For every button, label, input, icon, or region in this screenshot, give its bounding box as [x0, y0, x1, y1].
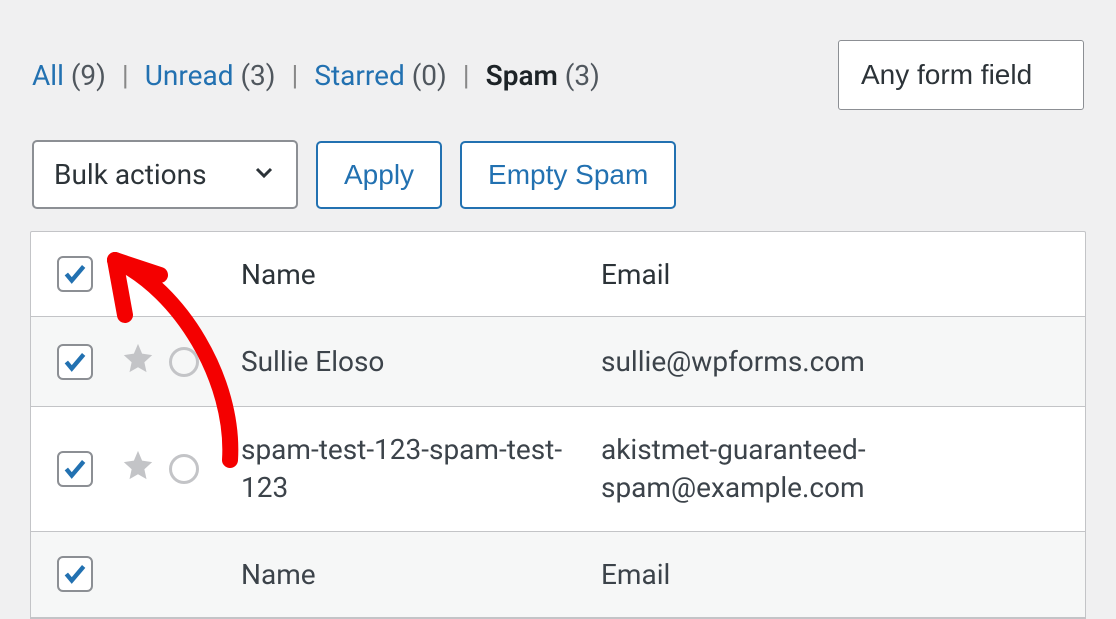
search-input[interactable] — [838, 40, 1084, 110]
row-email: sullie@wpforms.com — [591, 317, 1085, 407]
row-name: Name — [231, 531, 591, 618]
row-name: spam-test-123-spam-test-123 — [231, 407, 591, 532]
select-all-checkbox[interactable] — [57, 256, 93, 292]
entries-table: Name Email Su — [30, 231, 1086, 619]
column-header-name[interactable]: Name — [231, 232, 591, 317]
bulk-actions-label: Bulk actions — [54, 158, 207, 191]
empty-spam-button[interactable]: Empty Spam — [460, 141, 676, 209]
star-icon[interactable] — [121, 341, 155, 382]
row-name: Sullie Eloso — [231, 317, 591, 407]
apply-button[interactable]: Apply — [316, 141, 442, 209]
row-checkbox[interactable] — [57, 344, 93, 380]
bulk-actions-select[interactable]: Bulk actions — [32, 140, 298, 209]
filter-all-label: All — [32, 59, 64, 92]
chevron-down-icon — [252, 158, 276, 191]
filter-all[interactable]: All (9) — [32, 59, 106, 92]
table-row[interactable]: Name Email — [31, 531, 1085, 618]
row-checkbox[interactable] — [57, 451, 93, 487]
row-checkbox[interactable] — [57, 556, 93, 592]
read-status-icon[interactable] — [169, 347, 199, 377]
filter-divider: | — [463, 59, 470, 92]
row-email: Email — [591, 531, 1085, 618]
filter-unread-count: (3) — [240, 59, 275, 92]
star-icon[interactable] — [121, 448, 155, 489]
filter-divider: | — [292, 59, 299, 92]
filter-tabs: All (9) | Unread (3) | Starred (0) | Spa… — [32, 59, 600, 92]
filter-starred-label: Starred — [314, 59, 404, 92]
filter-spam-label: Spam — [486, 59, 558, 92]
table-row[interactable]: spam-test-123-spam-test-123 akistmet-gua… — [31, 407, 1085, 532]
filter-unread-label: Unread — [145, 59, 234, 92]
filter-starred-count: (0) — [412, 59, 447, 92]
filter-spam-count: (3) — [565, 59, 600, 92]
filter-all-count: (9) — [71, 59, 106, 92]
filter-unread[interactable]: Unread (3) — [145, 59, 276, 92]
row-email: akistmet-guaranteed-spam@example.com — [591, 407, 1085, 532]
column-header-email[interactable]: Email — [591, 232, 1085, 317]
table-row[interactable]: Sullie Eloso sullie@wpforms.com — [31, 317, 1085, 407]
filter-divider: | — [122, 59, 129, 92]
filter-spam[interactable]: Spam (3) — [486, 59, 600, 92]
filter-starred[interactable]: Starred (0) — [314, 59, 446, 92]
read-status-icon[interactable] — [169, 454, 199, 484]
